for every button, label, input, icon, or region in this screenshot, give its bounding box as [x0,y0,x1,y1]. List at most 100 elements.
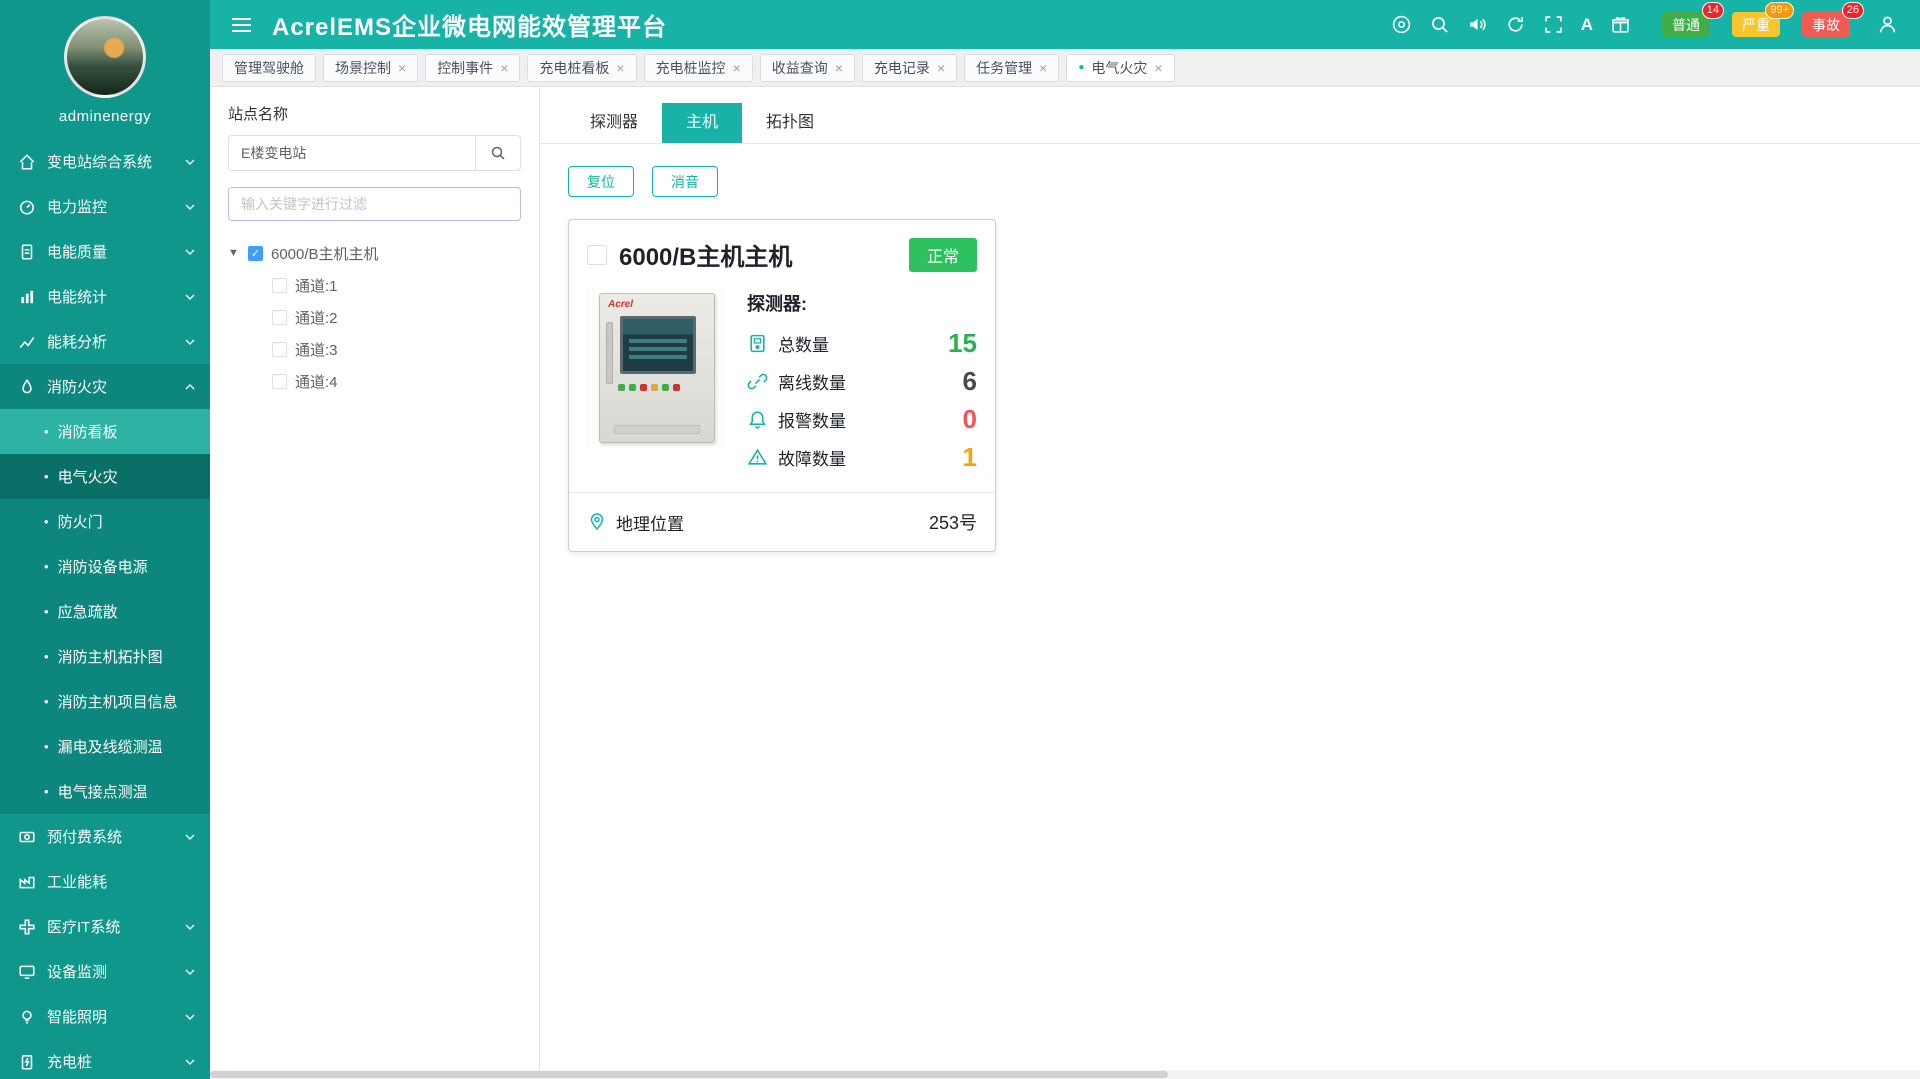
sidebar-item-label: 电能统计 [47,286,107,307]
site-search-button[interactable] [475,135,521,171]
tree-channel-row[interactable]: 通道:3 [272,333,521,365]
chevron-down-icon [184,201,196,213]
fullscreen-icon[interactable] [1543,14,1564,35]
tree-channel-row[interactable]: 通道:2 [272,301,521,333]
refresh-icon[interactable] [1505,14,1526,35]
sidebar-subitem-fire-host-project-info[interactable]: • 消防主机项目信息 [0,679,210,724]
site-search-input[interactable] [228,135,475,171]
tab-revenue-query[interactable]: 收益查询 × [760,54,855,82]
tree-root-label: 6000/B主机主机 [271,243,379,264]
tab-task-management[interactable]: 任务管理 × [964,54,1059,82]
avatar[interactable] [64,16,146,98]
alert-accident-button[interactable]: 事故 26 [1802,12,1850,37]
stat-label: 报警数量 [778,407,846,432]
sidebar-item-charging-pile[interactable]: 充电桩 [0,1039,210,1079]
tree-channel-checkbox[interactable] [272,374,287,389]
tree-channel-checkbox[interactable] [272,310,287,325]
detector-stats: 探测器: 总数量 15 离线数量 6 [747,288,977,476]
support-icon[interactable] [1391,14,1412,35]
tab-dashboard[interactable]: 管理驾驶舱 [222,54,316,82]
top-bar: AcrelEMS企业微电网能效管理平台 A 普通 14 严重 99+ [210,0,1920,49]
close-icon[interactable]: × [937,61,945,75]
font-size-icon[interactable]: A [1581,14,1593,35]
stat-label: 离线数量 [778,369,846,394]
mute-button[interactable]: 消音 [652,166,718,197]
scrollbar-thumb[interactable] [210,1071,1168,1078]
sidebar-subitem-fire-host-topology[interactable]: • 消防主机拓扑图 [0,634,210,679]
sidebar-item-label: 变电站综合系统 [47,151,152,172]
monitor-icon [18,963,36,981]
sidebar-item-fire-safety[interactable]: 消防火灾 [0,364,210,409]
tab-hosts[interactable]: 主机 [662,103,742,143]
sidebar-item-device-monitoring[interactable]: 设备监测 [0,949,210,994]
tab-label: 充电桩监控 [656,58,726,78]
sidebar-item-substation-system[interactable]: 变电站综合系统 [0,139,210,184]
sidebar-item-industrial-energy[interactable]: 工业能耗 [0,859,210,904]
host-card-body: Acrel 探测器: [569,278,995,492]
active-dot-icon: ● [1078,63,1084,73]
sidebar-item-medical-it[interactable]: 医疗IT系统 [0,904,210,949]
gift-icon[interactable] [1610,14,1631,35]
location-value: 253号 [929,509,977,535]
tab-topology[interactable]: 拓扑图 [742,103,838,143]
tab-charging-monitor[interactable]: 充电桩监控 × [644,54,753,82]
tab-charging-records[interactable]: 充电记录 × [862,54,957,82]
horizontal-scrollbar[interactable] [210,1070,1920,1079]
tree-root-row[interactable]: ▼ ✓ 6000/B主机主机 [228,237,521,269]
alert-normal-button[interactable]: 普通 14 [1662,12,1710,37]
stat-label: 总数量 [778,331,829,356]
sidebar-subitem-emergency-evacuation[interactable]: • 应急疏散 [0,589,210,634]
tree-channel-checkbox[interactable] [272,342,287,357]
sidebar-subitem-leakage-cable-temp[interactable]: • 漏电及线缆测温 [0,724,210,769]
tab-scene-control[interactable]: 场景控制 × [323,54,418,82]
volume-icon[interactable] [1467,14,1488,35]
stat-value: 6 [963,366,977,397]
host-checkbox[interactable] [587,245,607,265]
search-icon[interactable] [1429,14,1450,35]
site-search [228,135,521,171]
sidebar-item-power-statistics[interactable]: 电能统计 [0,274,210,319]
close-icon[interactable]: × [1039,61,1047,75]
sidebar-subitem-electrical-fire[interactable]: • 电气火灾 [0,454,210,499]
tree-caret-icon[interactable]: ▼ [228,247,240,259]
sidebar-item-power-monitoring[interactable]: 电力监控 [0,184,210,229]
reset-button[interactable]: 复位 [568,166,634,197]
sidebar-item-energy-analysis[interactable]: 能耗分析 [0,319,210,364]
host-title: 6000/B主机主机 [619,237,792,272]
close-icon[interactable]: × [733,61,741,75]
sidebar-subitem-fire-door[interactable]: • 防火门 [0,499,210,544]
close-icon[interactable]: × [500,61,508,75]
tab-detectors[interactable]: 探测器 [566,103,662,143]
device-image: Acrel [587,288,727,448]
hamburger-menu-icon[interactable] [232,14,252,36]
sidebar-item-smart-lighting[interactable]: 智能照明 [0,994,210,1039]
alert-severe-button[interactable]: 严重 99+ [1732,12,1780,37]
host-card[interactable]: 6000/B主机主机 正常 Acrel [568,219,996,552]
tree-children: 通道:1 通道:2 通道:3 通道:4 [228,269,521,397]
bullet-icon: • [44,559,49,574]
tree-root-checkbox[interactable]: ✓ [248,246,263,261]
sidebar-item-power-quality[interactable]: 电能质量 [0,229,210,274]
sidebar-subitem-contact-temp[interactable]: • 电气接点测温 [0,769,210,814]
close-icon[interactable]: × [835,61,843,75]
topbar-actions: A 普通 14 严重 99+ 事故 26 [1391,12,1898,37]
tab-control-events[interactable]: 控制事件 × [425,54,520,82]
close-icon[interactable]: × [1154,61,1162,75]
tab-electrical-fire[interactable]: ● 电气火灾 × [1066,54,1174,82]
device-screen [620,316,696,374]
sidebar-item-prepaid-system[interactable]: 预付费系统 [0,814,210,859]
tree-channel-row[interactable]: 通道:1 [272,269,521,301]
tree-filter-input[interactable] [228,187,521,221]
user-icon[interactable] [1877,14,1898,35]
close-icon[interactable]: × [616,61,624,75]
banknote-icon [18,828,36,846]
tree-channel-row[interactable]: 通道:4 [272,365,521,397]
close-icon[interactable]: × [398,61,406,75]
tab-label: 任务管理 [976,58,1032,78]
sidebar-subitem-fire-dashboard[interactable]: • 消防看板 [0,409,210,454]
tab-charging-board[interactable]: 充电桩看板 × [527,54,636,82]
sidebar-subitem-fire-equipment-power[interactable]: • 消防设备电源 [0,544,210,589]
username: adminenergy [0,108,210,125]
tree-channel-checkbox[interactable] [272,278,287,293]
sidebar-item-label: 能耗分析 [47,331,107,352]
